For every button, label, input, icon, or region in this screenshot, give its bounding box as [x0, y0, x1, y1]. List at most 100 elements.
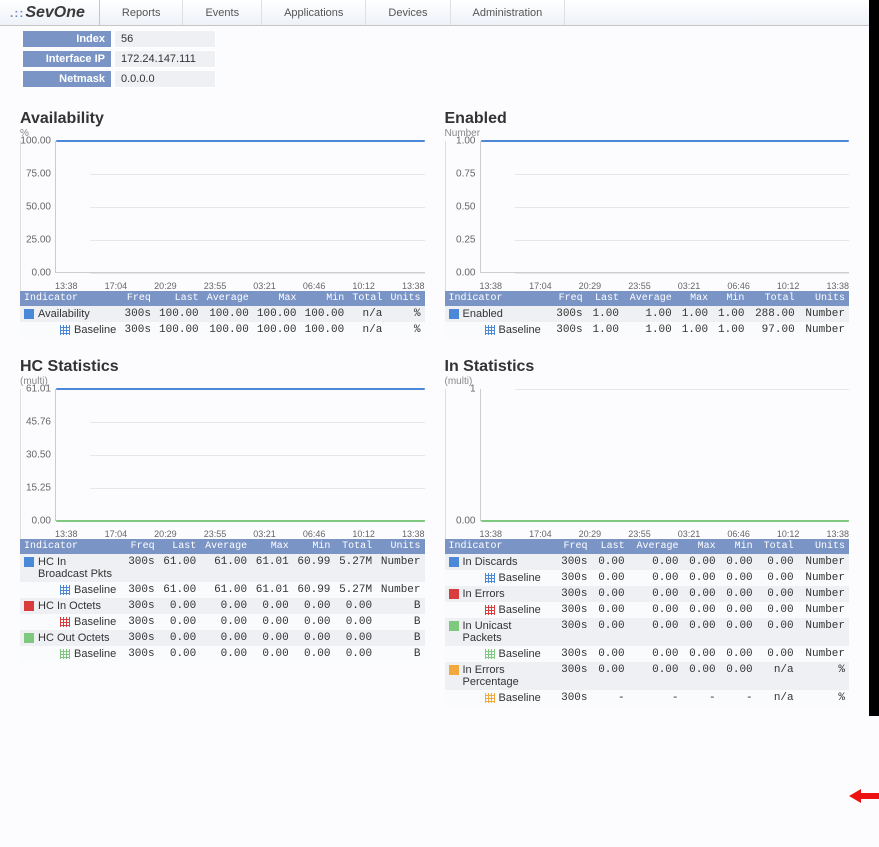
nav-events[interactable]: Events — [183, 0, 262, 25]
table-header-cell[interactable]: Max — [676, 291, 712, 306]
table-row[interactable]: Availability300s100.00100.00100.00100.00… — [20, 306, 425, 322]
table-header-cell[interactable]: Total — [348, 291, 386, 306]
indicator-label: In Errors — [463, 588, 505, 600]
table-header-cell[interactable]: Total — [757, 539, 798, 554]
table-header-cell[interactable]: Freq — [554, 539, 591, 554]
indicator-table: IndicatorFreqLastAverageMaxMinTotalUnits… — [445, 291, 850, 338]
table-header-cell[interactable]: Max — [683, 539, 720, 554]
table-row[interactable]: In Errors300s0.000.000.000.000.00Number — [445, 586, 850, 602]
series-swatch-icon — [485, 693, 495, 703]
chart[interactable]: 61.0145.7630.5015.250.0013:3817:0420:292… — [20, 389, 425, 539]
table-cell: 0.00 — [629, 646, 683, 662]
table-header-cell[interactable]: Indicator — [445, 539, 555, 554]
indicator-cell: Baseline — [20, 646, 124, 662]
table-cell: 0.00 — [334, 614, 376, 630]
table-row[interactable]: HC In Broadcast Pkts300s61.0061.0061.016… — [20, 554, 425, 582]
table-header-cell[interactable]: Indicator — [20, 539, 124, 554]
table-cell: 1.00 — [623, 322, 676, 338]
table-cell: B — [376, 614, 424, 630]
table-header-cell[interactable]: Indicator — [20, 291, 120, 306]
table-header-cell[interactable]: Freq — [124, 539, 159, 554]
indicator-label: Baseline — [499, 692, 541, 704]
table-row[interactable]: HC In Octets300s0.000.000.000.000.00B — [20, 598, 425, 614]
table-cell: 0.00 — [592, 570, 629, 586]
x-tick-label: 17:04 — [105, 529, 128, 539]
nav-devices[interactable]: Devices — [366, 0, 450, 25]
table-header-cell[interactable]: Min — [720, 539, 757, 554]
info-row: Interface IP172.24.147.111 — [22, 50, 216, 68]
table-row[interactable]: In Unicast Packets300s0.000.000.000.000.… — [445, 618, 850, 646]
table-header-cell[interactable]: Units — [799, 291, 849, 306]
table-cell: n/a — [757, 662, 798, 690]
table-cell: 0.00 — [683, 554, 720, 570]
table-row[interactable]: HC Out Octets300s0.000.000.000.000.00B — [20, 630, 425, 646]
chart[interactable]: 100.0075.0050.0025.000.0013:3817:0420:29… — [20, 141, 425, 291]
table-row[interactable]: Baseline300s0.000.000.000.000.00Number — [445, 646, 850, 662]
table-header-cell[interactable]: Min — [301, 291, 349, 306]
y-tick-label: 100.00 — [20, 136, 51, 147]
table-row[interactable]: In Errors Percentage300s0.000.000.000.00… — [445, 662, 850, 690]
indicator-cell: Baseline — [445, 690, 555, 706]
table-cell: 0.00 — [159, 646, 201, 662]
chart[interactable]: 10.0013:3817:0420:2923:5503:2106:4610:12… — [445, 389, 850, 539]
table-header-cell[interactable]: Freq — [550, 291, 586, 306]
table-header-cell[interactable]: Last — [159, 539, 201, 554]
table-header-cell[interactable]: Last — [587, 291, 623, 306]
y-tick-label: 75.00 — [26, 169, 51, 180]
table-header-cell[interactable]: Max — [251, 539, 293, 554]
table-header-cell[interactable]: Units — [376, 539, 424, 554]
brand-logo[interactable]: .:: SevOne — [0, 0, 100, 25]
indicator-cell: Baseline — [445, 322, 551, 338]
table-row[interactable]: Baseline300s----n/a% — [445, 690, 850, 706]
table-header-cell[interactable]: Units — [386, 291, 424, 306]
table-header-cell[interactable]: Max — [253, 291, 301, 306]
table-header-cell[interactable]: Average — [203, 291, 253, 306]
table-header-cell[interactable]: Average — [200, 539, 251, 554]
gridline — [90, 240, 425, 241]
table-header-cell[interactable]: Total — [748, 291, 798, 306]
table-cell: 100.00 — [155, 322, 203, 338]
table-row[interactable]: Baseline300s0.000.000.000.000.00Number — [445, 602, 850, 618]
table-header-cell[interactable]: Min — [712, 291, 748, 306]
table-row[interactable]: Baseline300s0.000.000.000.000.00B — [20, 614, 425, 630]
nav-administration[interactable]: Administration — [451, 0, 566, 25]
indicator-label: Baseline — [74, 584, 116, 596]
nav-reports[interactable]: Reports — [100, 0, 184, 25]
table-cell: 0.00 — [683, 662, 720, 690]
table-row[interactable]: Enabled300s1.001.001.001.00288.00Number — [445, 306, 850, 322]
table-cell: 100.00 — [253, 306, 301, 322]
table-row[interactable]: In Discards300s0.000.000.000.000.00Numbe… — [445, 554, 850, 570]
table-cell: 0.00 — [293, 598, 335, 614]
table-header-cell[interactable]: Last — [155, 291, 203, 306]
table-header-cell[interactable]: Freq — [120, 291, 154, 306]
table-cell: 0.00 — [757, 586, 798, 602]
annotation-arrow-icon — [849, 789, 879, 803]
table-header-cell[interactable]: Last — [592, 539, 629, 554]
x-tick-label: 13:38 — [480, 281, 503, 291]
x-tick-label: 13:38 — [826, 281, 849, 291]
series-swatch-icon — [24, 557, 34, 567]
nav-applications[interactable]: Applications — [262, 0, 366, 25]
table-header-cell[interactable]: Average — [623, 291, 676, 306]
table-row[interactable]: Baseline300s0.000.000.000.000.00Number — [445, 570, 850, 586]
table-header-cell[interactable]: Units — [798, 539, 849, 554]
table-header-cell[interactable]: Average — [629, 539, 683, 554]
table-cell: 300s — [554, 586, 591, 602]
table-header-cell[interactable]: Min — [293, 539, 335, 554]
table-row[interactable]: Baseline300s61.0061.0061.0160.995.27MNum… — [20, 582, 425, 598]
table-row[interactable]: Baseline300s0.000.000.000.000.00B — [20, 646, 425, 662]
gridline — [515, 174, 850, 175]
chart-panel: Availability%100.0075.0050.0025.000.0013… — [20, 110, 425, 338]
x-axis: 13:3817:0420:2923:5503:2106:4610:1213:38 — [55, 529, 425, 539]
table-cell: 61.00 — [200, 582, 251, 598]
chart-panel: In Statistics(multi)10.0013:3817:0420:29… — [445, 358, 850, 706]
series-line — [481, 520, 850, 522]
table-header-cell[interactable]: Total — [334, 539, 376, 554]
table-cell: 97.00 — [748, 322, 798, 338]
table-header-cell[interactable]: Indicator — [445, 291, 551, 306]
table-row[interactable]: Baseline300s1.001.001.001.0097.00Number — [445, 322, 850, 338]
chart[interactable]: 1.000.750.500.250.0013:3817:0420:2923:55… — [445, 141, 850, 291]
table-cell: 300s — [124, 582, 159, 598]
panel-grid: Availability%100.0075.0050.0025.000.0013… — [0, 90, 879, 716]
table-row[interactable]: Baseline300s100.00100.00100.00100.00n/a% — [20, 322, 425, 338]
